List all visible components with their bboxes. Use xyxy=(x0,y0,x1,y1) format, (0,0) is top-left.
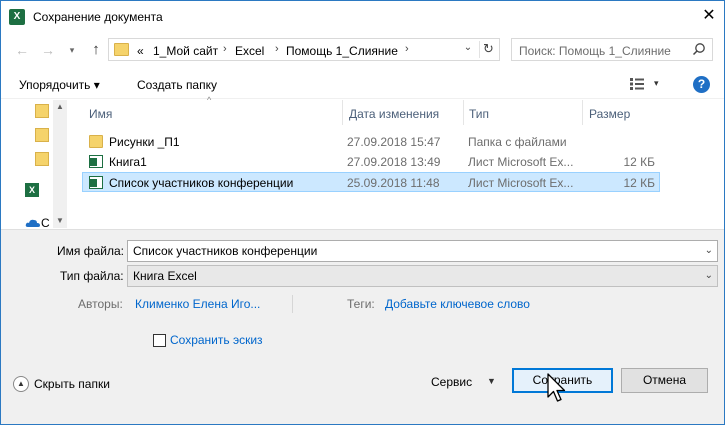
file-row-selected[interactable]: Список участников конференции 25.09.2018… xyxy=(82,172,660,192)
file-row[interactable]: Рисунки _П1 27.09.2018 15:47 Папка с фай… xyxy=(83,132,661,152)
tags-label: Теги: xyxy=(347,297,375,311)
search-input[interactable]: Поиск: Помощь 1_Слияние xyxy=(511,38,713,61)
collapse-up-icon[interactable]: ▲ xyxy=(13,376,29,392)
breadcrumb-separator-icon[interactable]: › xyxy=(405,43,409,55)
navpane-scrollbar[interactable]: ▲ ▼ xyxy=(53,100,67,228)
forward-arrow-icon[interactable]: → xyxy=(39,41,57,59)
column-header-name[interactable]: Имя xyxy=(89,107,112,121)
save-dialog: X Сохранение документа ✕ ← → ▾ ↑ « 1_Мой… xyxy=(0,0,725,425)
refresh-icon[interactable]: ↻ xyxy=(479,41,497,58)
navpane-item-label[interactable]: C xyxy=(41,216,50,230)
file-list: ^ Имя Дата изменения Тип Размер Рисунки … xyxy=(79,95,724,228)
file-type: Лист Microsoft Ex... xyxy=(468,155,574,169)
tools-button[interactable]: Сервис xyxy=(431,375,472,389)
file-name: Рисунки _П1 xyxy=(109,135,180,149)
search-icon[interactable] xyxy=(692,42,706,56)
column-divider[interactable] xyxy=(582,100,583,125)
file-date: 27.09.2018 15:47 xyxy=(347,135,441,149)
file-name: Книга1 xyxy=(109,155,147,169)
back-arrow-icon[interactable]: ← xyxy=(13,41,31,59)
tools-chevron-icon[interactable]: ▼ xyxy=(487,376,496,386)
folder-icon[interactable] xyxy=(35,128,49,142)
tags-value[interactable]: Добавьте ключевое слово xyxy=(385,297,530,311)
folder-icon[interactable] xyxy=(35,152,49,166)
file-size: 12 КБ xyxy=(623,176,655,190)
breadcrumb-separator-icon[interactable]: › xyxy=(275,43,279,55)
filename-value: Список участников конференции xyxy=(133,244,318,258)
folder-icon[interactable] xyxy=(35,104,49,118)
excel-app-icon: X xyxy=(9,9,25,25)
file-date: 25.09.2018 11:48 xyxy=(347,176,440,190)
filename-label: Имя файла: xyxy=(57,244,124,258)
save-options-panel: Имя файла: Список участников конференции… xyxy=(1,229,724,424)
title-bar: X Сохранение документа ✕ xyxy=(1,1,724,33)
scroll-up-icon[interactable]: ▲ xyxy=(53,100,67,114)
column-header-type[interactable]: Тип xyxy=(469,107,489,121)
file-date: 27.09.2018 13:49 xyxy=(347,155,441,169)
excel-file-icon xyxy=(89,176,103,189)
breadcrumb-item-help[interactable]: Помощь 1_Слияние xyxy=(286,44,398,58)
authors-value[interactable]: Клименко Елена Иго... xyxy=(135,297,260,311)
excel-file-icon xyxy=(89,155,103,168)
recent-locations-icon[interactable]: ▾ xyxy=(63,41,81,59)
filetype-select[interactable]: Книга Excel ⌄ xyxy=(127,265,718,287)
authors-label: Авторы: xyxy=(78,297,123,311)
file-size: 12 КБ xyxy=(623,155,655,169)
save-thumbnail-checkbox[interactable] xyxy=(153,334,166,347)
window-title: Сохранение документа xyxy=(33,10,163,24)
new-folder-button[interactable]: Создать папку xyxy=(137,78,217,92)
breadcrumb-item-site[interactable]: 1_Мой сайт xyxy=(153,44,218,58)
cancel-button[interactable]: Отмена xyxy=(621,368,708,393)
file-row[interactable]: Книга1 27.09.2018 13:49 Лист Microsoft E… xyxy=(83,152,661,172)
help-icon[interactable]: ? xyxy=(693,76,710,93)
column-divider[interactable] xyxy=(463,100,464,125)
mouse-cursor-icon xyxy=(547,373,566,402)
folder-icon xyxy=(114,43,129,56)
organize-button[interactable]: Упорядочить ▾ xyxy=(19,78,100,92)
file-type: Папка с файлами xyxy=(468,135,567,149)
excel-icon[interactable]: X xyxy=(25,183,39,197)
filetype-value: Книга Excel xyxy=(133,269,197,283)
filename-input[interactable]: Список участников конференции ⌄ xyxy=(127,240,718,262)
chevron-down-icon[interactable]: ⌄ xyxy=(705,245,713,256)
view-options-icon[interactable] xyxy=(629,77,645,91)
filetype-label: Тип файла: xyxy=(60,269,124,283)
divider xyxy=(292,295,293,313)
address-history-chevron-icon[interactable]: ⌄ xyxy=(461,42,475,53)
column-header-date[interactable]: Дата изменения xyxy=(349,107,439,121)
save-thumbnail-label[interactable]: Сохранить эскиз xyxy=(170,333,263,347)
breadcrumb-overflow[interactable]: « xyxy=(137,44,144,58)
address-bar[interactable]: « 1_Мой сайт › Excel › Помощь 1_Слияние … xyxy=(108,38,500,61)
navigation-bar: ← → ▾ ↑ « 1_Мой сайт › Excel › Помощь 1_… xyxy=(1,35,724,65)
hide-folders-label[interactable]: Скрыть папки xyxy=(34,377,110,391)
column-divider[interactable] xyxy=(342,100,343,125)
column-header-size[interactable]: Размер xyxy=(589,107,630,121)
onedrive-icon[interactable] xyxy=(25,218,41,228)
breadcrumb-item-excel[interactable]: Excel xyxy=(235,44,264,58)
sort-ascending-icon: ^ xyxy=(207,95,212,105)
chevron-down-icon[interactable]: ⌄ xyxy=(705,270,713,281)
close-button[interactable]: ✕ xyxy=(694,1,724,31)
up-arrow-icon[interactable]: ↑ xyxy=(87,41,105,59)
search-placeholder: Поиск: Помощь 1_Слияние xyxy=(519,44,671,58)
folder-icon xyxy=(89,135,103,148)
navigation-pane: X C ▲ ▼ xyxy=(1,100,67,230)
view-options-chevron-icon[interactable]: ▾ xyxy=(654,78,659,89)
scroll-down-icon[interactable]: ▼ xyxy=(53,214,67,228)
file-name: Список участников конференции xyxy=(109,176,294,190)
command-bar: Упорядочить ▾ Создать папку ▾ ? xyxy=(1,71,724,99)
file-type: Лист Microsoft Ex... xyxy=(468,176,574,190)
breadcrumb-separator-icon[interactable]: › xyxy=(223,43,227,55)
